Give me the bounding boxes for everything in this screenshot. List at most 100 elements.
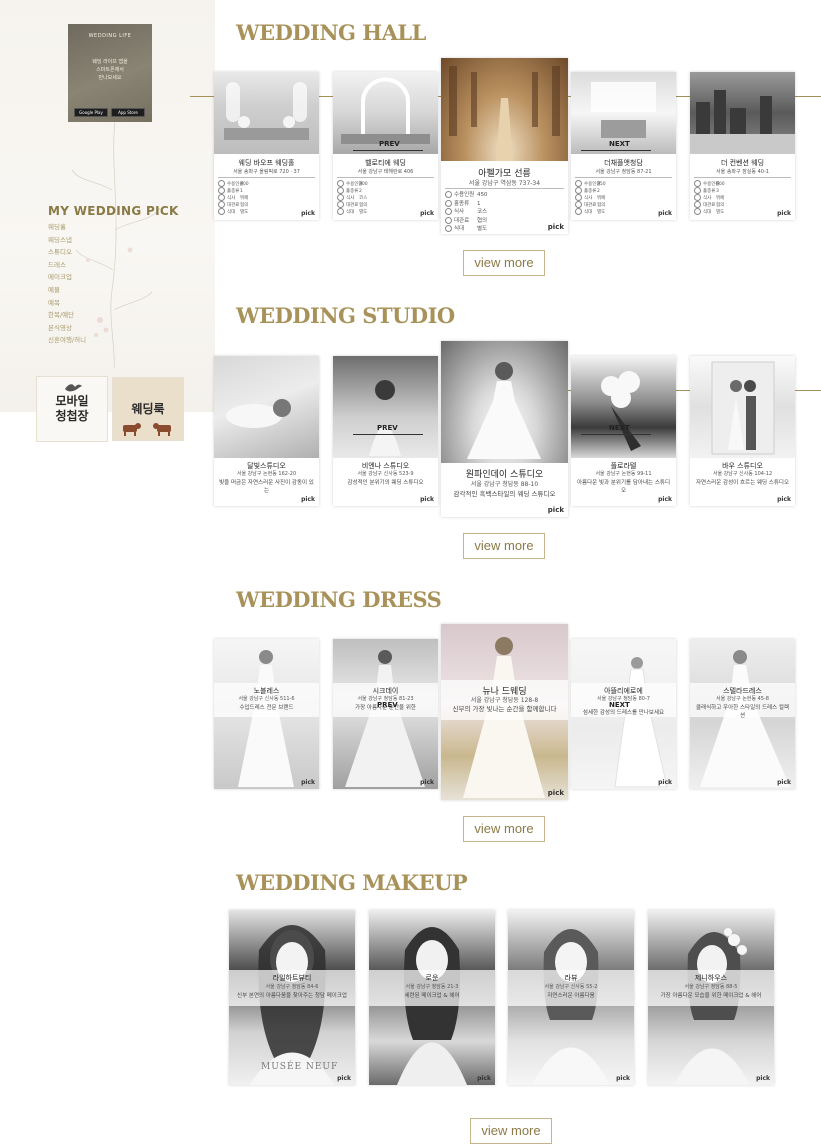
studio-card[interactable]: PREV 비엔나 스튜디오 서울 강남구 신사동 523-9 감성적인 분위기의…: [333, 356, 438, 506]
pick-button[interactable]: pick: [337, 1075, 351, 1082]
next-button[interactable]: NEXT: [609, 701, 630, 709]
dress-card-description: 섬세한 감성의 드레스를 만나보세요: [582, 710, 665, 716]
hall-card-address: 서울 송파구 잠실동 40-1: [716, 169, 769, 175]
pick-button[interactable]: pick: [658, 779, 672, 786]
google-play-button[interactable]: Google Play: [74, 108, 108, 117]
pick-menu-item[interactable]: 예물: [48, 284, 86, 297]
hall-card-featured[interactable]: 아펠가모 선릉 서울 강남구 역삼동 737-34 수용인원 450 홀종류 1 식…: [441, 58, 568, 234]
pick-button[interactable]: pick: [777, 210, 791, 217]
spec-value: 코스: [477, 209, 488, 215]
pick-button[interactable]: pick: [477, 1075, 491, 1082]
hall-card[interactable]: 웨딩 바오프 웨딩홀 서울 송파구 올림픽로 720 · 37 수용인원400 …: [214, 72, 319, 220]
bird-icon: [65, 384, 82, 392]
hall-card-address: 서울 강남구 역삼동 737-34: [468, 180, 541, 187]
prev-button[interactable]: PREV: [379, 140, 400, 148]
makeup-card[interactable]: 라뷰 서울 강남구 신사동 55-2 자연스러운 아름다움 pick: [508, 910, 634, 1085]
hall-card-name: 더 컨벤션 웨딩: [720, 159, 765, 167]
studio-card-address: 서울 강남구 신사동 523-9: [357, 471, 414, 477]
pick-menu-item[interactable]: 신혼여행/허니: [48, 334, 86, 347]
pick-button[interactable]: pick: [658, 210, 672, 217]
hall-view-more-button[interactable]: view more: [463, 250, 545, 276]
makeup-card[interactable]: 로운 서울 강남구 청담동 21-3 세련된 메이크업 & 헤어 pick: [369, 910, 495, 1085]
hall-card-specs: 수용인원350 홀종류2 식사 뷔페 대관료협의 식대 별도: [575, 180, 646, 215]
pick-button[interactable]: pick: [420, 496, 434, 503]
card-separator: [575, 177, 672, 178]
studio-card-image: [441, 341, 568, 463]
pick-button[interactable]: pick: [301, 210, 315, 217]
makeup-view-more-button[interactable]: view more: [470, 1118, 552, 1144]
studio-card-featured[interactable]: 원파인데이 스튜디오 서울 강남구 청담동 88-10 감각적인 흑백스타일의 …: [441, 341, 568, 517]
dress-view-more-button[interactable]: view more: [463, 816, 545, 842]
makeup-card-description: 자연스러운 아름다움: [547, 993, 595, 999]
pick-button[interactable]: pick: [301, 779, 315, 786]
hall-card-specs: 수용인원600 홀종류3 식사 뷔페 대관료협의 식대 별도: [694, 180, 765, 215]
next-button[interactable]: NEXT: [609, 140, 630, 148]
wedding-hall-title: WEDDING HALL: [236, 20, 426, 45]
pick-button[interactable]: pick: [548, 506, 564, 514]
studio-card[interactable]: 달빛스튜디오 서울 강남구 논현동 162-20 빛을 머금은 자연스러운 사진…: [214, 356, 319, 506]
pick-button[interactable]: pick: [658, 496, 672, 503]
studio-card[interactable]: NEXT 플로라텔 서울 강남구 논현동 99-11 아름다운 빛과 분위기를 …: [571, 356, 676, 506]
studio-card[interactable]: 바우 스튜디오 서울 강남구 신사동 104-12 자연스러운 감성이 흐르는 …: [690, 356, 795, 506]
studio-card-description: 자연스러운 감성이 흐르는 웨딩 스튜디오: [695, 480, 789, 486]
dress-card[interactable]: 스텔라드레스 서울 강남구 논현동 45-8 클래식하고 우아한 스타일의 드레…: [690, 639, 795, 789]
pick-menu-item[interactable]: 본식영상: [48, 322, 86, 335]
hall-card-name: 웨딩 바오프 웨딩홀: [238, 159, 295, 167]
pick-button[interactable]: pick: [756, 1075, 770, 1082]
makeup-card[interactable]: 라일하트뷰티 서울 강남구 청담동 84-6 신부 본연의 아름다움을 찾아주는…: [229, 910, 355, 1085]
dress-card[interactable]: 노블레스 서울 강남구 신사동 511-6 수입드레스 전문 브랜드 pick: [214, 639, 319, 789]
app-download-banner[interactable]: WEDDING LIFE 웨딩 라이프 앱을 스마트폰에서 만나보세요 Goog…: [68, 24, 152, 122]
prev-button[interactable]: PREV: [377, 424, 398, 432]
nav-line: [353, 150, 423, 151]
pick-button[interactable]: pick: [301, 496, 315, 503]
card-separator: [445, 188, 564, 189]
dress-card-featured[interactable]: 뉴나 드웨딩 서울 강남구 청담동 128-8 신부의 가장 빛나는 순간을 함…: [441, 624, 568, 800]
pick-button[interactable]: pick: [548, 789, 564, 797]
dress-card-description: 클래식하고 우아한 스타일의 드레스 컬렉션: [695, 705, 789, 719]
app-logo: WEDDING LIFE: [88, 33, 132, 39]
studio-card-address: 서울 강남구 논현동 162-20: [236, 471, 297, 477]
hall-card[interactable]: PREV 벨로티에 웨딩 서울 강남구 테헤란로 406 수용인원300 홀종류…: [333, 72, 438, 220]
studio-card-image: [214, 356, 319, 458]
hall-card[interactable]: 더 컨벤션 웨딩 서울 송파구 잠실동 40-1 수용인원600 홀종류3 식사…: [690, 72, 795, 220]
aisle-icon: [449, 66, 560, 161]
pick-menu-item[interactable]: 한복/예단: [48, 309, 86, 322]
dress-card-address: 서울 강남구 신사동 511-6: [238, 696, 295, 702]
dress-card[interactable]: 아뜰리에로에 서울 강남구 청담동 80-7 섬세한 감성의 드레스를 만나보세…: [571, 639, 676, 789]
pick-button[interactable]: pick: [777, 779, 791, 786]
pick-menu-item[interactable]: 웨딩홀: [48, 221, 86, 234]
dress-card[interactable]: 시크데이 서울 강남구 청담동 81-23 가장 아름다운 순간을 위한 PRE…: [333, 639, 438, 789]
my-wedding-pick-title: MY WEDDING PICK: [48, 204, 179, 218]
makeup-card[interactable]: 제니하우스 서울 강남구 청담동 88-5 가장 아름다운 모습을 위한 메이크…: [648, 910, 774, 1085]
prev-button[interactable]: PREV: [377, 701, 398, 709]
dress-card-description: 수입드레스 전문 브랜드: [239, 705, 294, 711]
pick-menu-item[interactable]: 웨딩스냅: [48, 234, 86, 247]
hall-card-address: 서울 송파구 올림픽로 720 · 37: [233, 169, 300, 175]
next-button[interactable]: NEXT: [609, 424, 630, 432]
pick-button[interactable]: pick: [777, 496, 791, 503]
hall-card[interactable]: NEXT 더채플앳청담 서울 강남구 청담동 87-21 수용인원350 홀종류…: [571, 72, 676, 220]
pick-button[interactable]: pick: [420, 779, 434, 786]
spec-value: 협의: [477, 217, 488, 224]
wedding-makeup-title: WEDDING MAKEUP: [236, 870, 468, 895]
pick-menu-item[interactable]: 예복: [48, 297, 86, 310]
studio-card-address: 서울 강남구 신사동 104-12: [712, 471, 773, 477]
pick-menu-item[interactable]: 메이크업: [48, 271, 86, 284]
pick-button[interactable]: pick: [420, 210, 434, 217]
makeup-card-description: 가장 아름다운 모습을 위한 메이크업 & 헤어: [660, 993, 762, 999]
studio-view-more-button[interactable]: view more: [463, 533, 545, 559]
card-separator: [694, 177, 791, 178]
pick-menu-item[interactable]: 드레스: [48, 259, 86, 272]
pick-menu-item[interactable]: 스튜디오: [48, 246, 86, 259]
wedding-look-banner[interactable]: 웨딩룩: [112, 377, 184, 441]
pick-button[interactable]: pick: [616, 1075, 630, 1082]
sidebar: WEDDING LIFE 웨딩 라이프 앱을 스마트폰에서 만나보세요 Goog…: [0, 0, 215, 412]
card-separator: [337, 177, 434, 178]
app-store-button[interactable]: App Store: [111, 108, 145, 117]
mobile-invitation-banner[interactable]: 모바일 청첩장: [36, 376, 108, 442]
studio-card-description: 감성적인 분위기의 웨딩 스튜디오: [347, 480, 424, 486]
studio-card-address: 서울 강남구 청담동 88-10: [470, 481, 539, 488]
hall-card-specs: 수용인원400 홀종류1 식사 뷔페 대관료협의 식대 별도: [218, 180, 289, 215]
wedding-dress-title: WEDDING DRESS: [236, 587, 442, 612]
pick-button[interactable]: pick: [548, 223, 564, 231]
